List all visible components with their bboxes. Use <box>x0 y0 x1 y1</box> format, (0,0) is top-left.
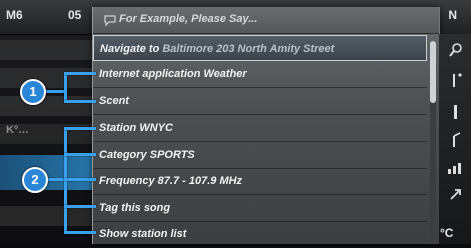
menu-item-label: Frequency 87.7 - 107.9 MHz <box>99 175 243 187</box>
menu-item-label: Show station list <box>99 228 187 240</box>
antenna-icon[interactable] <box>447 72 465 90</box>
signal-icon[interactable] <box>447 160 465 178</box>
menu-item-label: Navigate to Baltimore 203 North Amity St… <box>100 43 335 55</box>
callout-line <box>64 178 96 181</box>
search-icon[interactable] <box>447 42 465 60</box>
background-row <box>0 206 92 226</box>
callout-line <box>44 90 66 93</box>
callout-line <box>64 231 96 234</box>
menu-item-internet-weather[interactable]: Internet application Weather <box>93 61 427 88</box>
menu-item-label: Category SPORTS <box>99 149 195 161</box>
background-row <box>0 40 92 60</box>
menu-item-category[interactable]: Category SPORTS <box>93 142 427 169</box>
menu-item-label: Scent <box>99 95 129 107</box>
status-time: 05 <box>68 8 82 22</box>
callout-line <box>64 127 96 130</box>
voice-hint-text: For Example, Please Say... <box>119 13 258 25</box>
arrow-icon[interactable] <box>447 186 465 204</box>
menu-item-tag-song[interactable]: Tag this song <box>93 195 427 222</box>
callout-2: 2 <box>22 167 48 193</box>
side-toolbar <box>439 34 471 244</box>
background-label: Kº… <box>6 124 29 136</box>
antenna-icon[interactable] <box>447 132 465 150</box>
status-station: M6 <box>6 8 23 22</box>
menu-item-frequency[interactable]: Frequency 87.7 - 107.9 MHz <box>93 168 427 195</box>
speech-bubble-icon <box>103 13 117 27</box>
menu-item-detail: Baltimore 203 North Amity Street <box>162 43 335 55</box>
callout-line <box>64 153 96 156</box>
callout-line <box>64 72 96 75</box>
status-direction: N <box>448 8 457 22</box>
scrollbar-thumb[interactable] <box>430 41 436 103</box>
menu-item-navigate[interactable]: Navigate to Baltimore 203 North Amity St… <box>93 35 427 61</box>
menu-item-label: Station WNYC <box>99 122 173 134</box>
callout-1: 1 <box>20 79 46 105</box>
menu-item-station[interactable]: Station WNYC <box>93 115 427 142</box>
temperature-unit: °C <box>440 226 454 240</box>
callout-line <box>64 73 67 103</box>
background-row <box>0 68 92 88</box>
callout-line <box>46 178 66 181</box>
bar-icon[interactable] <box>447 104 465 122</box>
callout-line <box>64 100 96 103</box>
voice-help-overlay: For Example, Please Say... Navigate to B… <box>92 7 440 248</box>
menu-item-scent[interactable]: Scent <box>93 88 427 115</box>
menu-item-label: Tag this song <box>99 202 171 214</box>
callout-line <box>64 205 96 208</box>
background-row <box>0 96 92 116</box>
voice-hint-header: For Example, Please Say... <box>93 7 439 34</box>
menu-item-label: Internet application Weather <box>99 68 247 80</box>
